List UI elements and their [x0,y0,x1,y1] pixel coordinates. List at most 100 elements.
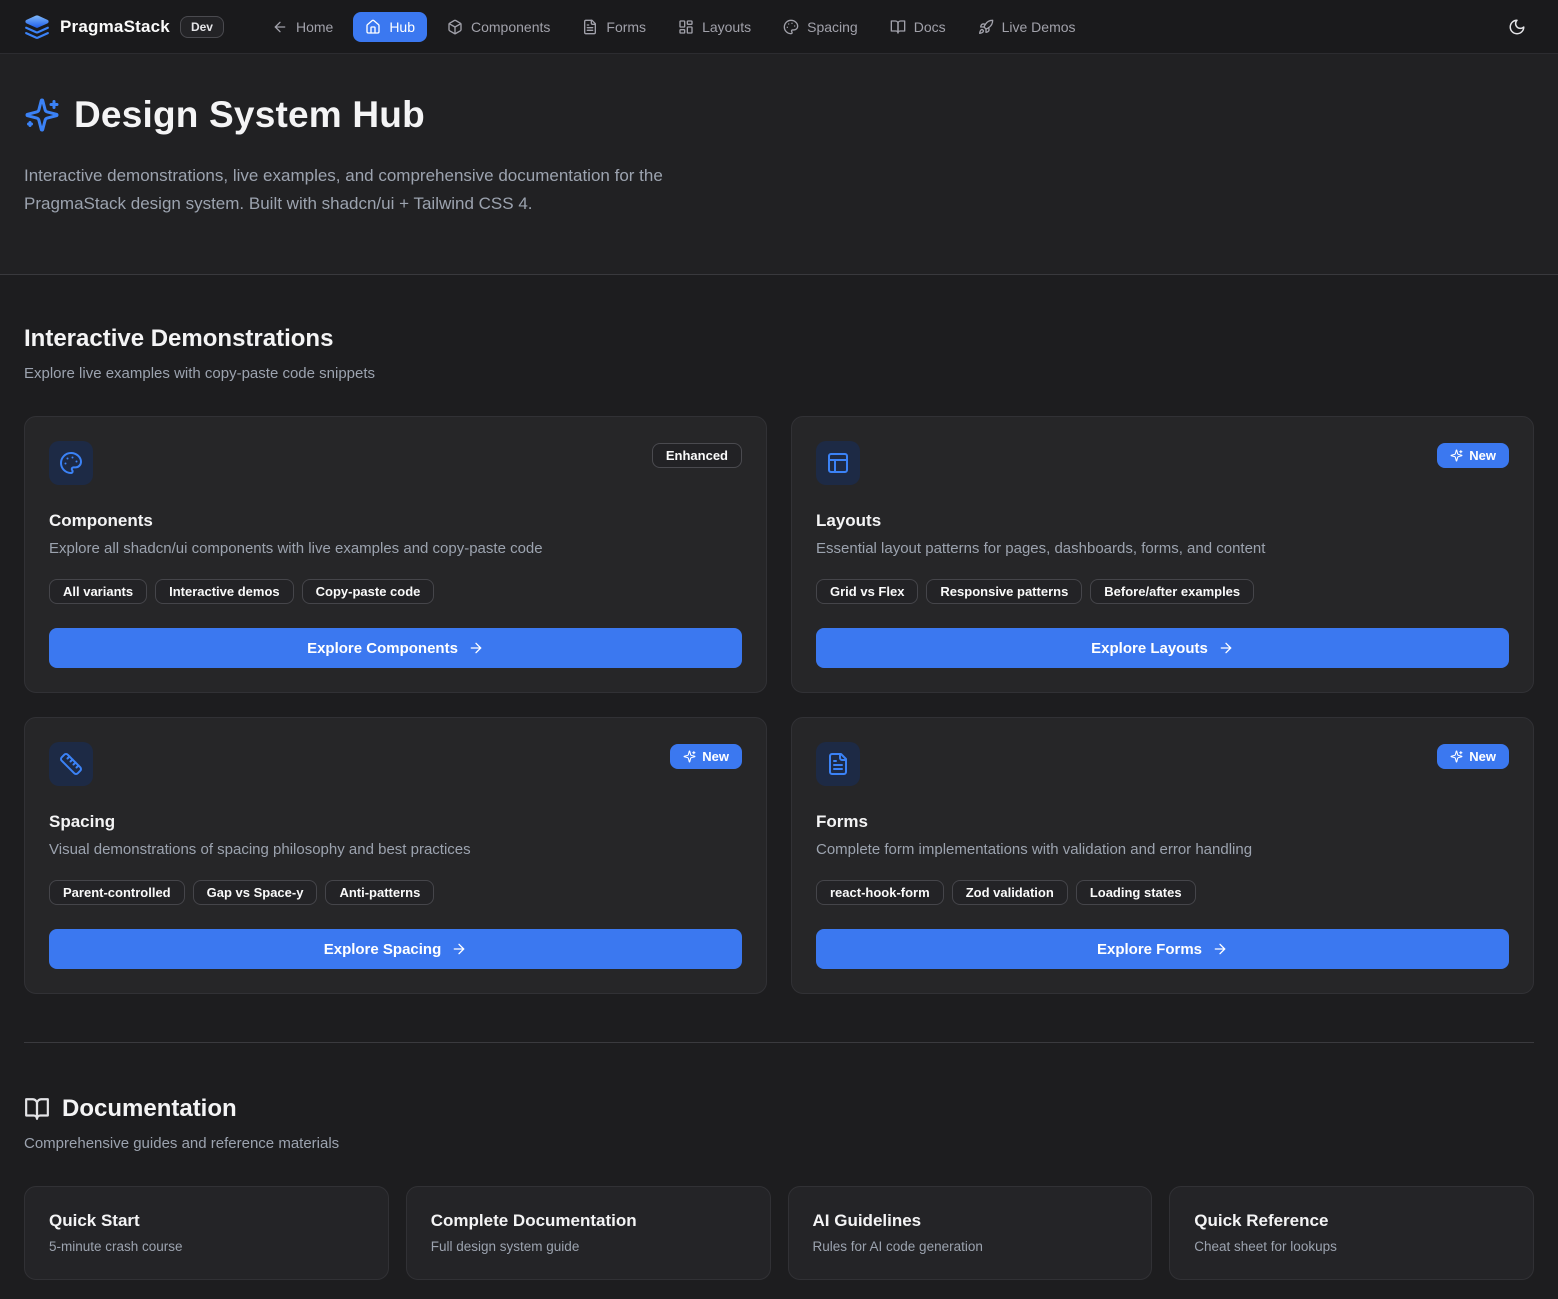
tag: Zod validation [952,880,1068,905]
sparkles-icon [24,97,60,133]
arrow-right-icon [1218,640,1234,656]
tag: Gap vs Space-y [193,880,318,905]
nav-item-home[interactable]: Home [260,12,345,42]
nav-item-hub[interactable]: Hub [353,12,427,42]
page-title: Design System Hub [74,94,425,136]
demo-card-forms: New Forms Complete form implementations … [791,717,1534,994]
arrow-right-icon [1212,941,1228,957]
tag: react-hook-form [816,880,944,905]
moon-icon [1508,18,1526,36]
new-badge: New [670,744,742,769]
spacing-icon-tile [49,742,93,786]
documentation-header: Documentation [24,1095,1534,1123]
nav-item-layouts[interactable]: Layouts [666,12,763,42]
doc-card-quick-reference[interactable]: Quick Reference Cheat sheet for lookups [1169,1186,1534,1280]
doc-card-description: Cheat sheet for lookups [1194,1239,1509,1254]
doc-card-description: Rules for AI code generation [813,1239,1128,1254]
nav-label: Home [296,19,333,35]
card-description: Visual demonstrations of spacing philoso… [49,841,742,858]
tag-row: Parent-controlled Gap vs Space-y Anti-pa… [49,880,742,905]
badge-label: New [1469,749,1496,764]
components-icon-tile [49,441,93,485]
doc-card-description: 5-minute crash course [49,1239,364,1254]
rocket-icon [978,19,994,35]
tag: Parent-controlled [49,880,185,905]
documentation-section-title: Documentation [62,1095,237,1123]
explore-layouts-button[interactable]: Explore Layouts [816,628,1509,668]
explore-forms-button[interactable]: Explore Forms [816,929,1509,969]
status-badge: Enhanced [652,443,742,468]
file-text-icon [826,752,850,776]
card-description: Complete form implementations with valid… [816,841,1509,858]
tag: Grid vs Flex [816,579,918,604]
button-label: Explore Forms [1097,941,1202,958]
card-title: Forms [816,812,1509,832]
demo-card-components: Enhanced Components Explore all shadcn/u… [24,416,767,693]
book-open-icon [24,1096,50,1122]
nav-item-docs[interactable]: Docs [878,12,958,42]
nav-label: Docs [914,19,946,35]
nav-label: Forms [606,19,646,35]
doc-card-title: AI Guidelines [813,1211,1128,1231]
panels-top-left-icon [826,451,850,475]
tag-row: Grid vs Flex Responsive patterns Before/… [816,579,1509,604]
nav-item-live-demos[interactable]: Live Demos [966,12,1088,42]
package-icon [447,19,463,35]
documentation-section-subtitle: Comprehensive guides and reference mater… [24,1135,1534,1152]
arrow-right-icon [468,640,484,656]
tag: Anti-patterns [325,880,434,905]
doc-card-ai-guidelines[interactable]: AI Guidelines Rules for AI code generati… [788,1186,1153,1280]
nav-item-spacing[interactable]: Spacing [771,12,870,42]
explore-spacing-button[interactable]: Explore Spacing [49,929,742,969]
nav-label: Spacing [807,19,858,35]
palette-icon [783,19,799,35]
page-subtitle: Interactive demonstrations, live example… [24,162,769,218]
doc-card-title: Quick Reference [1194,1211,1509,1231]
button-label: Explore Spacing [324,941,442,958]
file-text-icon [582,19,598,35]
card-title: Components [49,511,742,531]
main-nav: Home Hub Components Forms Layouts Spacin… [260,12,1464,42]
sparkles-icon [1450,449,1463,462]
demos-section-title: Interactive Demonstrations [24,325,1534,353]
tag: Responsive patterns [926,579,1082,604]
brand-group[interactable]: PragmaStack Dev [24,14,224,40]
demo-card-layouts: New Layouts Essential layout patterns fo… [791,416,1534,693]
documentation-card-grid: Quick Start 5-minute crash course Comple… [24,1186,1534,1299]
card-description: Essential layout patterns for pages, das… [816,540,1509,557]
sparkles-icon [1450,750,1463,763]
badge-label: New [1469,448,1496,463]
card-title: Layouts [816,511,1509,531]
tag: Before/after examples [1090,579,1254,604]
main-content: Interactive Demonstrations Explore live … [0,325,1558,1299]
nav-item-components[interactable]: Components [435,12,562,42]
explore-components-button[interactable]: Explore Components [49,628,742,668]
hero-section: Design System Hub Interactive demonstrat… [0,54,1558,275]
demo-card-grid: Enhanced Components Explore all shadcn/u… [24,416,1534,994]
layouts-icon-tile [816,441,860,485]
nav-label: Hub [389,19,415,35]
doc-card-complete-documentation[interactable]: Complete Documentation Full design syste… [406,1186,771,1280]
button-label: Explore Layouts [1091,640,1208,657]
demos-section-subtitle: Explore live examples with copy-paste co… [24,365,1534,382]
theme-toggle-button[interactable] [1500,10,1534,44]
card-description: Explore all shadcn/ui components with li… [49,540,742,557]
tag-row: react-hook-form Zod validation Loading s… [816,880,1509,905]
arrow-right-icon [451,941,467,957]
tag: Loading states [1076,880,1196,905]
new-badge: New [1437,443,1509,468]
nav-item-forms[interactable]: Forms [570,12,658,42]
forms-icon-tile [816,742,860,786]
badge-label: New [702,749,729,764]
arrow-left-icon [272,19,288,35]
house-icon [365,19,381,35]
demo-card-spacing: New Spacing Visual demonstrations of spa… [24,717,767,994]
tag-row: All variants Interactive demos Copy-past… [49,579,742,604]
section-divider [24,1042,1534,1043]
doc-card-quick-start[interactable]: Quick Start 5-minute crash course [24,1186,389,1280]
palette-icon [59,451,83,475]
doc-card-description: Full design system guide [431,1239,746,1254]
new-badge: New [1437,744,1509,769]
nav-label: Live Demos [1002,19,1076,35]
book-open-icon [890,19,906,35]
